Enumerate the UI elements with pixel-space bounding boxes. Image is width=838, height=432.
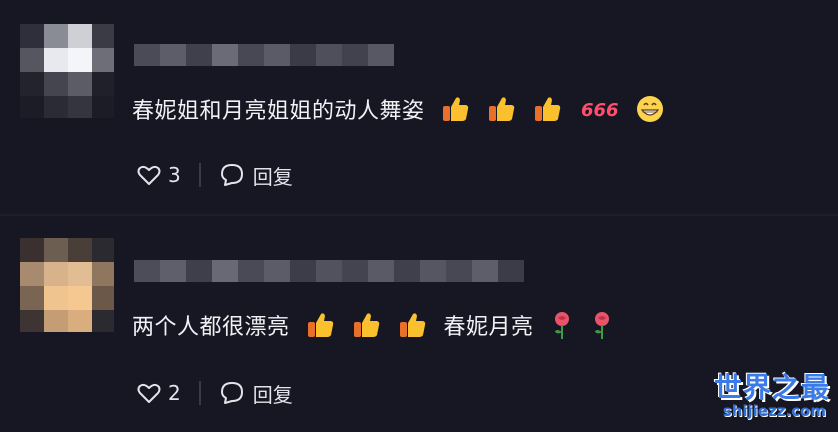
reply-button[interactable]: 回复: [253, 379, 293, 408]
avatar[interactable]: [20, 24, 114, 118]
watermark-logo: 世界之最 shijiezz.com: [710, 366, 830, 426]
reply-button[interactable]: 回复: [253, 161, 293, 190]
watermark-title: 世界之最: [713, 371, 830, 404]
like-count: 2: [168, 381, 181, 405]
comment-text-row: 春妮姐和月亮姐姐的动人舞姿 666: [132, 92, 665, 126]
heart-outline-icon[interactable]: [136, 162, 162, 188]
speech-bubble-icon[interactable]: [219, 162, 245, 188]
username-blurred[interactable]: [134, 260, 524, 282]
rose-emoji-icon: [594, 312, 609, 339]
thumbs-up-emoji-icon: [488, 97, 514, 121]
thumbs-up-emoji-icon: [353, 313, 379, 337]
comment-actions: 3 回复: [136, 160, 293, 190]
comment-text: 两个人都很漂亮: [132, 315, 290, 340]
comment-text-row: 两个人都很漂亮 春妮月亮: [132, 308, 614, 342]
heart-outline-icon[interactable]: [136, 380, 162, 406]
comment-item: 春妮姐和月亮姐姐的动人舞姿 666 3 回复: [0, 0, 838, 216]
thumbs-up-emoji-icon: [534, 97, 560, 121]
speech-bubble-icon[interactable]: [219, 380, 245, 406]
grinning-face-emoji-icon: [636, 96, 663, 122]
avatar[interactable]: [20, 238, 114, 332]
watermark-url: shijiezz.com: [722, 402, 826, 420]
rose-emoji-icon: [554, 312, 569, 339]
username-blurred[interactable]: [134, 44, 404, 66]
comment-text: 春妮姐和月亮姐姐的动人舞姿: [132, 99, 425, 124]
divider: [198, 381, 201, 405]
666-emoji-icon: 666: [581, 100, 619, 121]
thumbs-up-emoji-icon: [399, 313, 425, 337]
comment-text-after: 春妮月亮: [443, 315, 534, 340]
thumbs-up-emoji-icon: [307, 313, 333, 337]
thumbs-up-emoji-icon: [442, 97, 468, 121]
like-count: 3: [168, 163, 181, 187]
comment-actions: 2 回复: [136, 378, 293, 408]
divider: [198, 163, 201, 187]
666-emoji-label: 666: [581, 100, 619, 121]
